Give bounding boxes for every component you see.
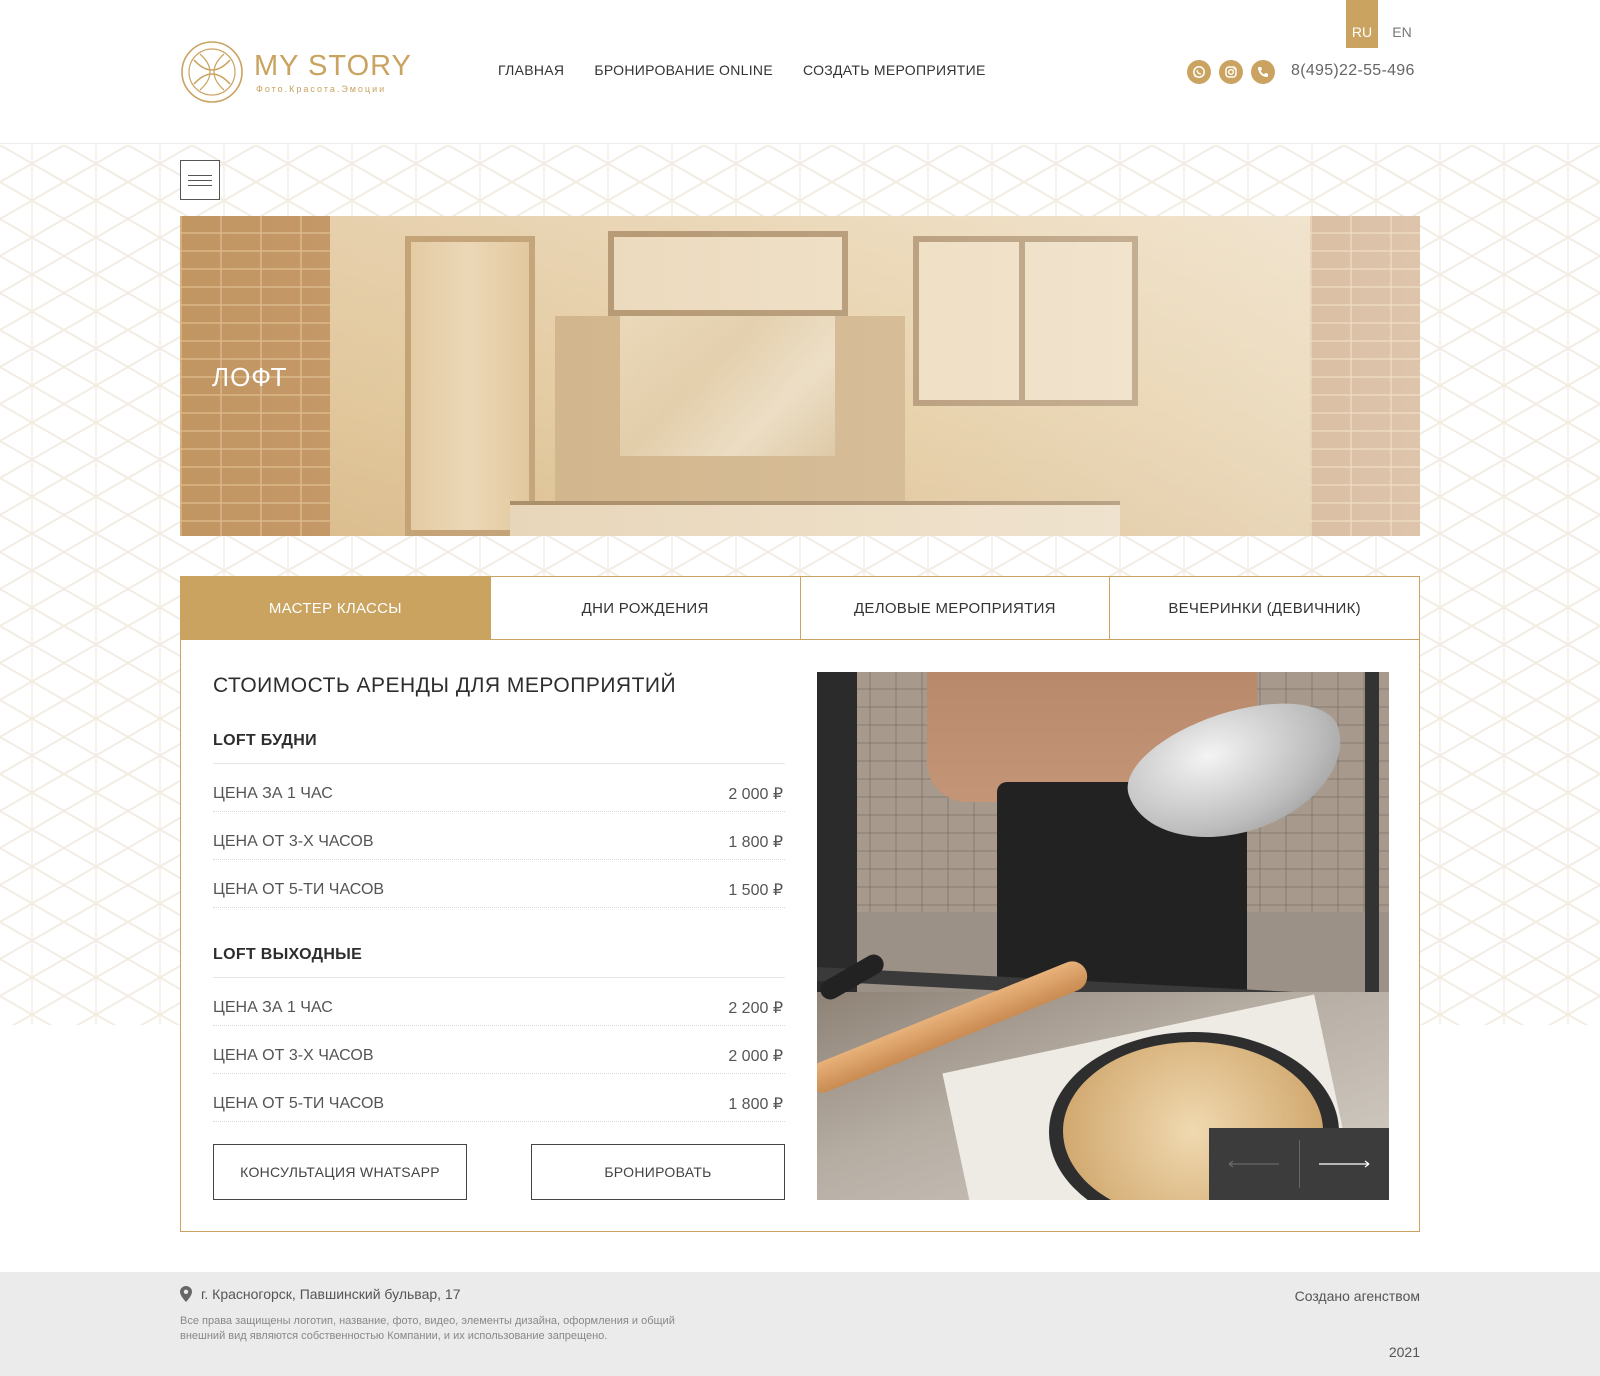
price-row: ЦЕНА ЗА 1 ЧАС 2 000 ₽ xyxy=(213,764,785,812)
price-row: ЦЕНА ОТ 3-Х ЧАСОВ 2 000 ₽ xyxy=(213,1026,785,1074)
slider-controls xyxy=(1209,1128,1389,1200)
price-value: 1 500 ₽ xyxy=(728,881,783,899)
arrow-left-icon xyxy=(1228,1160,1279,1168)
map-pin-icon xyxy=(180,1286,192,1302)
tab-birthdays[interactable]: ДНИ РОЖДЕНИЯ xyxy=(491,577,801,639)
price-group-title: LOFT БУДНИ xyxy=(213,732,785,764)
menu-line xyxy=(188,174,212,176)
price-row: ЦЕНА ОТ 5-ТИ ЧАСОВ 1 500 ₽ xyxy=(213,860,785,908)
tab-content-panel: СТОИМОСТЬ АРЕНДЫ ДЛЯ МЕРОПРИЯТИЙ LOFT БУ… xyxy=(180,640,1420,1232)
hero-banner: ЛОФТ xyxy=(180,216,1420,536)
logo-mark-icon xyxy=(181,41,243,103)
main-nav: ГЛАВНАЯ БРОНИРОВАНИЕ ONLINE СОЗДАТЬ МЕРО… xyxy=(498,62,986,78)
phone-icon[interactable] xyxy=(1251,60,1275,84)
price-row: ЦЕНА ОТ 5-ТИ ЧАСОВ 1 800 ₽ xyxy=(213,1074,785,1122)
agency-credit[interactable]: Создано агенством xyxy=(1295,1288,1420,1304)
nav-item-home[interactable]: ГЛАВНАЯ xyxy=(498,62,564,78)
banner-title: ЛОФТ xyxy=(212,362,288,392)
price-value: 1 800 ₽ xyxy=(728,1095,783,1113)
pricing-block: СТОИМОСТЬ АРЕНДЫ ДЛЯ МЕРОПРИЯТИЙ LOFT БУ… xyxy=(213,674,785,1122)
price-label: ЦЕНА ОТ 3-Х ЧАСОВ xyxy=(213,832,374,850)
price-value: 1 800 ₽ xyxy=(728,833,783,851)
logo-tagline: Фото.Красота.Эмоции xyxy=(256,84,387,94)
site-footer: г. Красногорск, Павшинский бульвар, 17 В… xyxy=(0,1272,1600,1376)
event-type-tabs: МАСТЕР КЛАССЫ ДНИ РОЖДЕНИЯ ДЕЛОВЫЕ МЕРОП… xyxy=(180,576,1420,640)
price-label: ЦЕНА ОТ 5-ТИ ЧАСОВ xyxy=(213,880,385,898)
menu-line xyxy=(188,179,212,181)
gallery-slider xyxy=(817,672,1389,1200)
arrow-right-icon xyxy=(1319,1160,1370,1168)
book-button[interactable]: БРОНИРОВАТЬ xyxy=(531,1144,785,1200)
phone-number[interactable]: 8(495)22-55-496 xyxy=(1291,62,1415,80)
logo-title: MY STORY xyxy=(254,50,412,82)
pricing-title: СТОИМОСТЬ АРЕНДЫ ДЛЯ МЕРОПРИЯТИЙ xyxy=(213,674,677,697)
nav-item-booking[interactable]: БРОНИРОВАНИЕ ONLINE xyxy=(594,62,773,78)
language-switcher: RU EN xyxy=(1346,0,1418,48)
slider-next-button[interactable] xyxy=(1300,1128,1390,1200)
price-label: ЦЕНА ОТ 3-Х ЧАСОВ xyxy=(213,1046,374,1064)
site-header: MY STORY Фото.Красота.Эмоции ГЛАВНАЯ БРО… xyxy=(0,0,1600,144)
price-group-weekdays: LOFT БУДНИ ЦЕНА ЗА 1 ЧАС 2 000 ₽ ЦЕНА ОТ… xyxy=(213,732,785,908)
photo-window-frame xyxy=(817,672,857,1002)
copyright-text: Все права защищены логотип, название, фо… xyxy=(180,1315,675,1342)
nav-item-create-event[interactable]: СОЗДАТЬ МЕРОПРИЯТИЕ xyxy=(803,62,986,78)
price-group-title: LOFT ВЫХОДНЫЕ xyxy=(213,946,785,978)
tab-business-events[interactable]: ДЕЛОВЫЕ МЕРОПРИЯТИЯ xyxy=(801,577,1111,639)
copyright-year: 2021 xyxy=(1388,1344,1420,1360)
price-group-weekends: LOFT ВЫХОДНЫЕ ЦЕНА ЗА 1 ЧАС 2 200 ₽ ЦЕНА… xyxy=(213,946,785,1122)
hamburger-menu-button[interactable] xyxy=(180,160,220,200)
price-value: 2 000 ₽ xyxy=(728,785,783,803)
price-value: 2 000 ₽ xyxy=(728,1047,783,1065)
address: г. Красногорск, Павшинский бульвар, 17 xyxy=(180,1286,461,1302)
price-row: ЦЕНА ЗА 1 ЧАС 2 200 ₽ xyxy=(213,978,785,1026)
action-buttons: КОНСУЛЬТАЦИЯ WHATSAPP БРОНИРОВАТЬ xyxy=(213,1144,785,1200)
whatsapp-consult-button[interactable]: КОНСУЛЬТАЦИЯ WHATSAPP xyxy=(213,1144,467,1200)
logo[interactable]: MY STORY Фото.Красота.Эмоции xyxy=(180,40,411,106)
price-label: ЦЕНА ЗА 1 ЧАС xyxy=(213,998,333,1016)
whatsapp-icon[interactable] xyxy=(1187,60,1211,84)
contact-icons xyxy=(1187,60,1275,84)
price-label: ЦЕНА ЗА 1 ЧАС xyxy=(213,784,333,802)
price-value: 2 200 ₽ xyxy=(728,999,783,1017)
address-text: г. Красногорск, Павшинский бульвар, 17 xyxy=(201,1286,461,1302)
price-label: ЦЕНА ОТ 5-ТИ ЧАСОВ xyxy=(213,1094,385,1112)
tab-master-classes[interactable]: МАСТЕР КЛАССЫ xyxy=(181,577,491,639)
price-row: ЦЕНА ОТ 3-Х ЧАСОВ 1 800 ₽ xyxy=(213,812,785,860)
slider-prev-button[interactable] xyxy=(1209,1128,1299,1200)
tab-parties[interactable]: ВЕЧЕРИНКИ (ДЕВИЧНИК) xyxy=(1110,577,1419,639)
photo-window-frame xyxy=(1365,672,1379,1012)
menu-line xyxy=(188,184,212,186)
lang-ru[interactable]: RU xyxy=(1346,0,1378,48)
lang-en[interactable]: EN xyxy=(1386,0,1418,48)
banner-overlay xyxy=(180,216,1420,536)
instagram-icon[interactable] xyxy=(1219,60,1243,84)
